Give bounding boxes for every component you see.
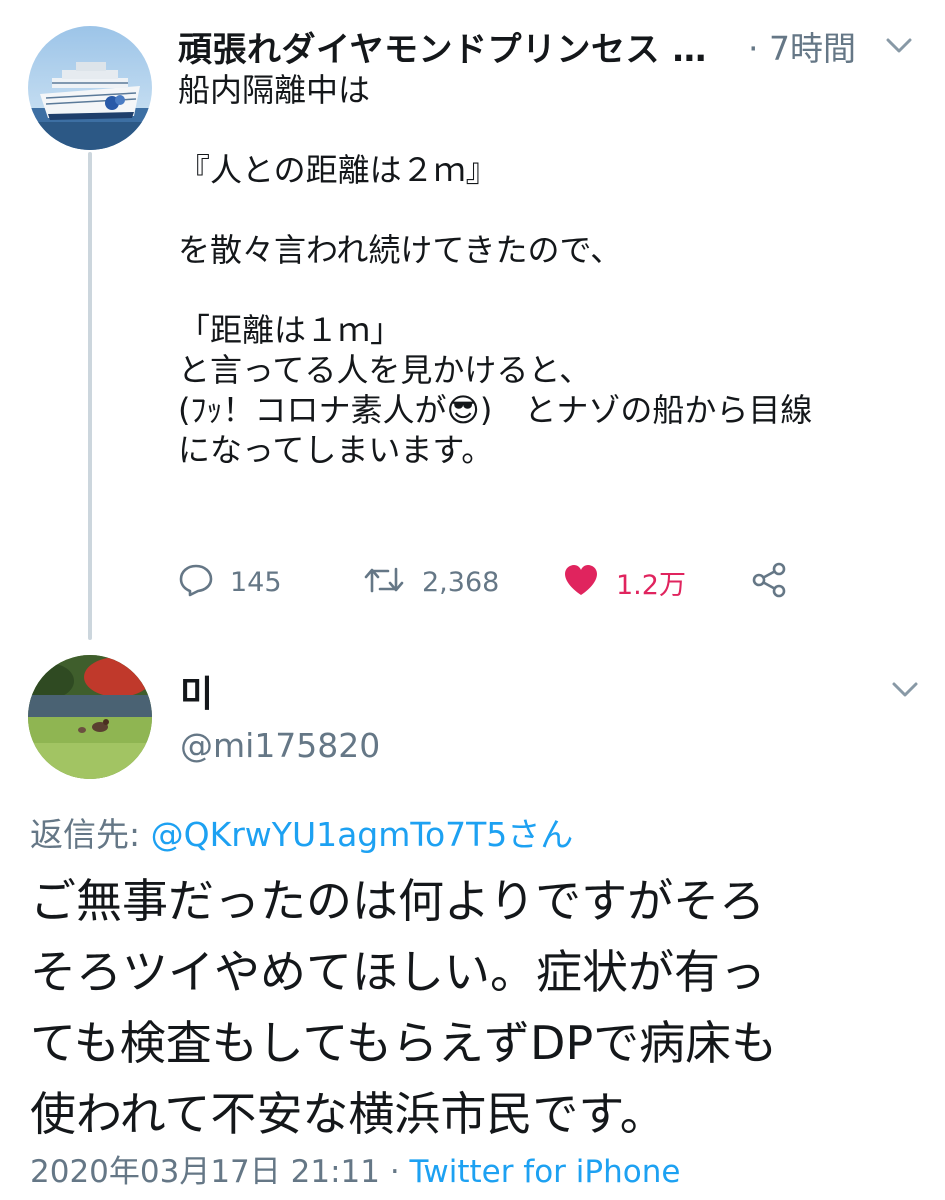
chevron-down-icon[interactable] (884, 36, 914, 56)
heart-icon (562, 563, 600, 601)
reply-icon (178, 563, 214, 601)
display-name[interactable]: 頑張れダイヤモンドプリンセス … (178, 22, 707, 71)
reply-to-label: 返信先: (30, 815, 151, 854)
retweet-icon (362, 563, 406, 601)
tweet-footer: 2020年03月17日 21:11 · Twitter for iPhone (30, 1146, 680, 1191)
reply-button[interactable]: 145 (178, 562, 282, 602)
like-count: 1.2万 (616, 569, 686, 601)
avatar[interactable] (28, 26, 152, 150)
cruise-ship-avatar-image (28, 26, 152, 150)
share-icon (750, 561, 788, 603)
avatar[interactable] (28, 655, 152, 779)
reply-to: 返信先: @QKrwYU1agmTo7T5さん (30, 808, 573, 856)
display-name[interactable]: 미 (180, 665, 213, 717)
tweet-text: 船内隔離中は 『人との距離は２ｍ』 を散々言われ続けてきたので、 「距離は１ｍ」… (178, 71, 813, 469)
tweet-time[interactable]: · 7時間 (748, 22, 856, 70)
retweet-button[interactable]: 2,368 (362, 562, 499, 602)
tweet-text: ご無事だったのは何よりですがそろ そろツイやめてほしい。症状が有っ ても検査もし… (30, 874, 778, 1141)
user-handle[interactable]: @mi175820 (180, 726, 380, 765)
retweet-count: 2,368 (422, 566, 500, 598)
share-button[interactable] (750, 562, 788, 602)
reply-to-handle-link[interactable]: @QKrwYU1agmTo7T5さん (151, 815, 574, 854)
tweet-source-link[interactable]: Twitter for iPhone (410, 1154, 681, 1190)
thread-line (88, 152, 92, 640)
like-button[interactable]: 1.2万 (562, 562, 686, 602)
chevron-down-icon[interactable] (890, 680, 920, 700)
park-avatar-image (28, 655, 152, 779)
tweet-timestamp[interactable]: 2020年03月17日 21:11 · (30, 1154, 410, 1190)
reply-count: 145 (230, 566, 282, 598)
